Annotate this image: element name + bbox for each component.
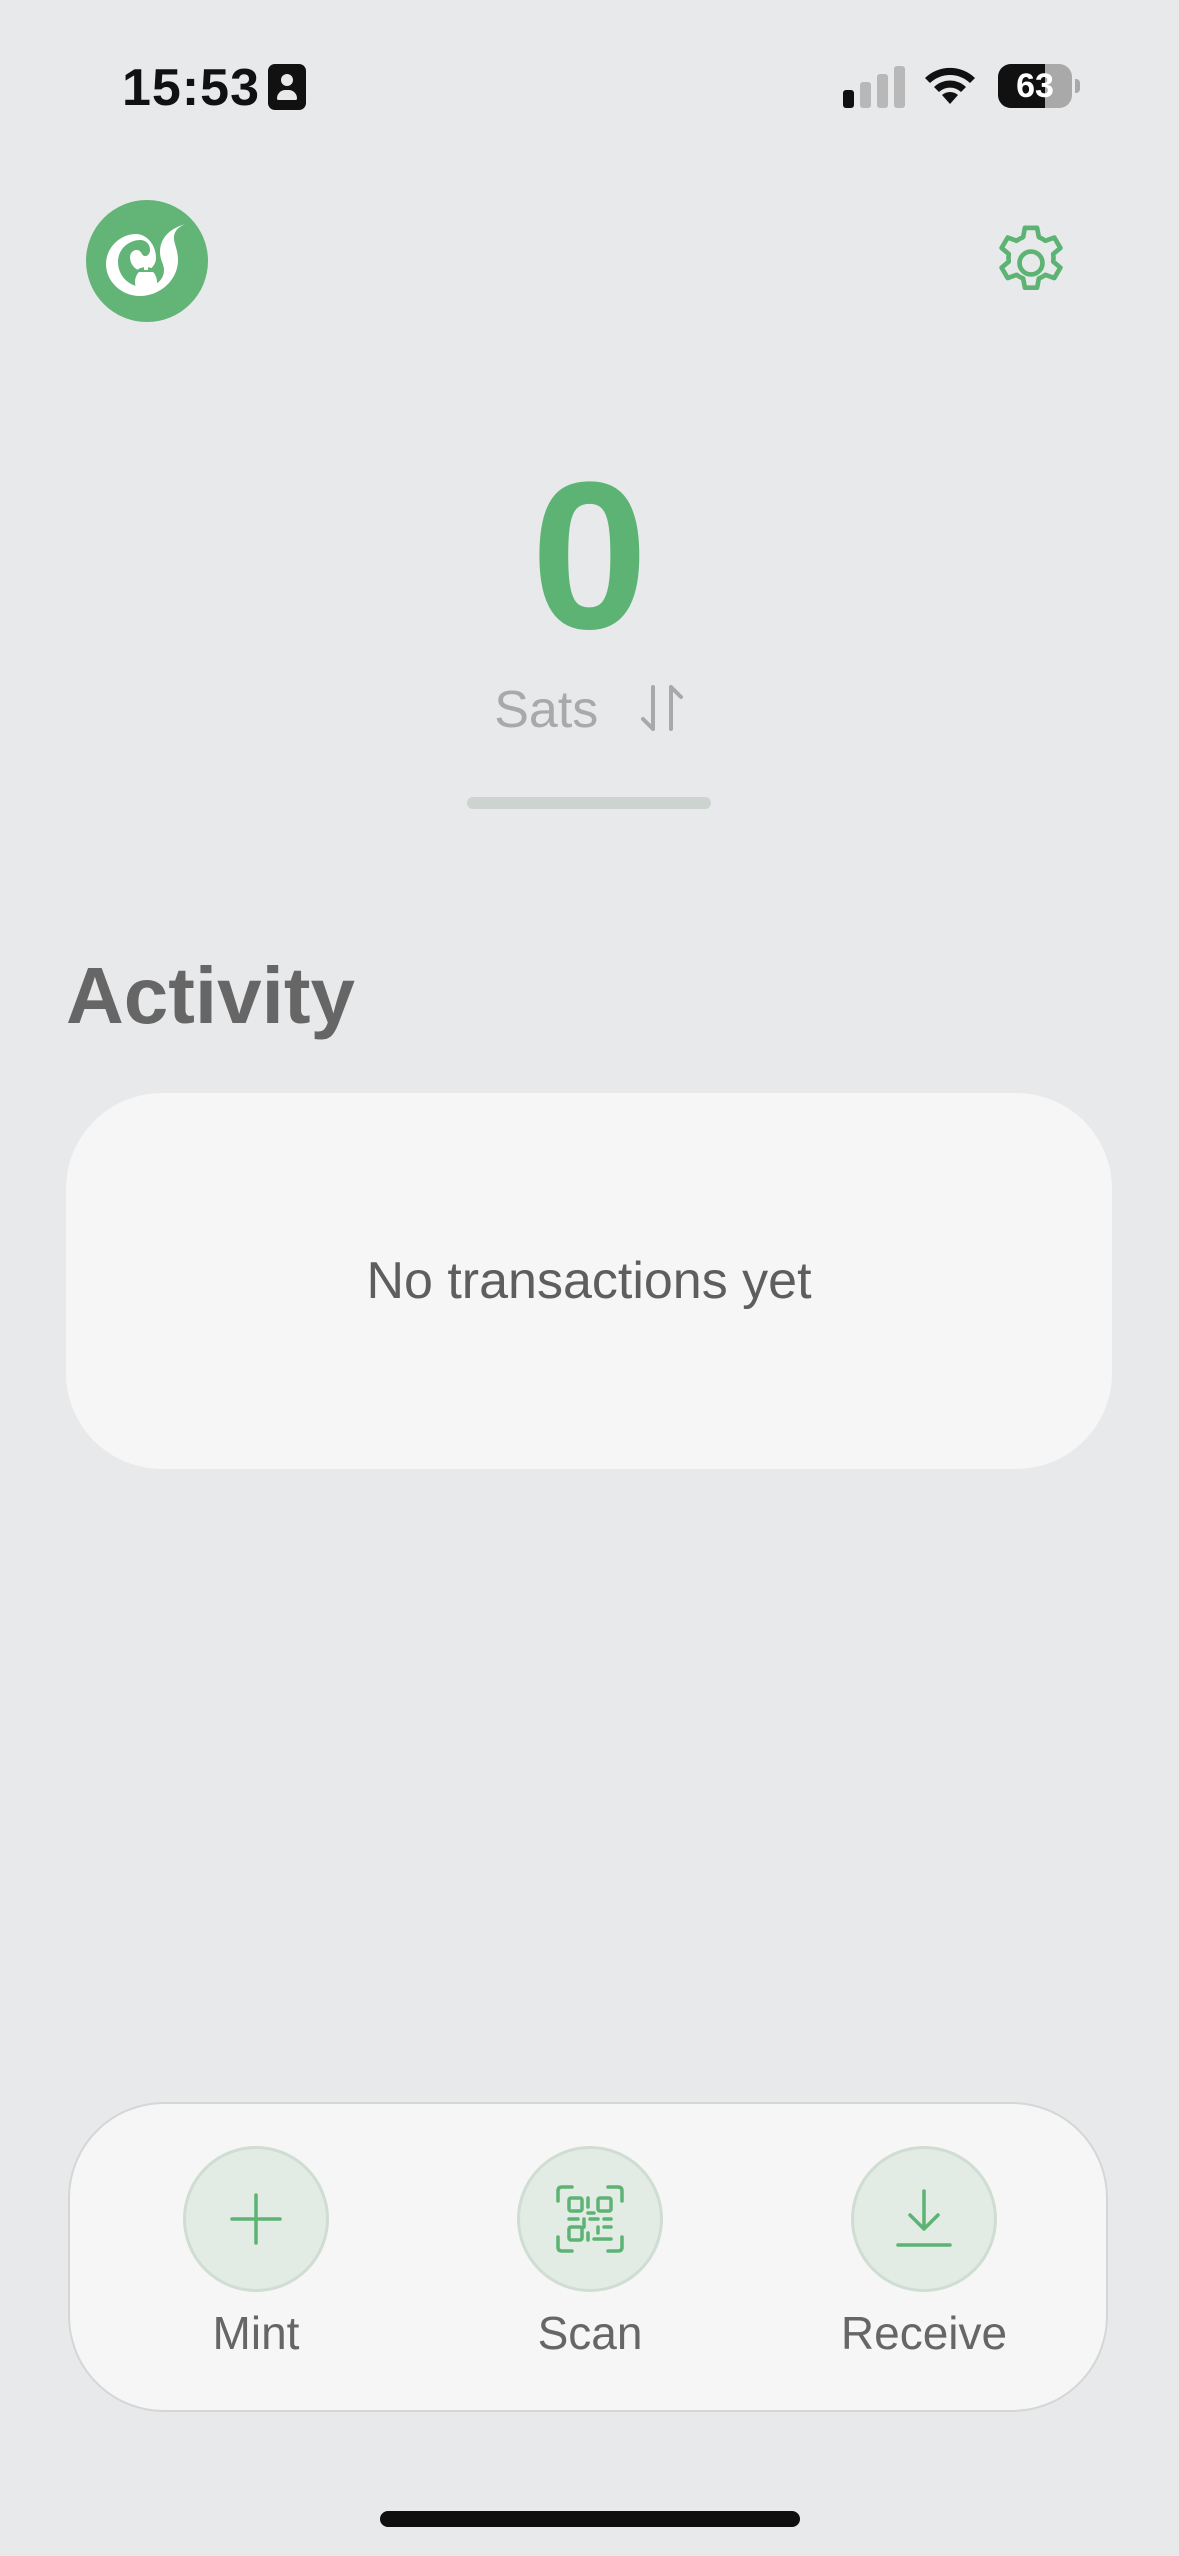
plus-icon xyxy=(230,2193,282,2245)
home-indicator[interactable] xyxy=(380,2511,800,2527)
qr-scan-icon xyxy=(556,2185,624,2253)
balance-amount[interactable]: 0 xyxy=(0,446,1179,666)
receive-label: Receive xyxy=(840,2307,1008,2359)
activity-title: Activity xyxy=(66,951,355,1040)
wifi-icon xyxy=(925,67,975,104)
action-bar: Mint Scan Receive xyxy=(68,2102,1108,2412)
squirrel-acorn-logo-icon[interactable] xyxy=(86,200,208,322)
balance-page-indicator xyxy=(467,797,711,809)
balance-unit-toggle[interactable]: Sats xyxy=(0,680,1179,740)
contact-card-icon xyxy=(268,64,306,110)
scan-label: Scan xyxy=(537,2307,643,2359)
cellular-signal-icon xyxy=(843,66,905,108)
gear-icon[interactable] xyxy=(988,220,1074,306)
status-time: 15:53 xyxy=(122,59,260,117)
battery-icon: 63 xyxy=(998,64,1080,108)
balance-unit: Sats xyxy=(494,681,599,739)
receive-button[interactable]: Receive xyxy=(804,2146,1044,2360)
scan-button[interactable]: Scan xyxy=(470,2146,710,2360)
battery-percent: 63 xyxy=(1016,67,1054,105)
download-icon xyxy=(896,2189,952,2247)
empty-state-text: No transactions yet xyxy=(366,1252,812,1310)
mint-label: Mint xyxy=(212,2307,300,2359)
activity-card: No transactions yet xyxy=(66,1093,1112,1469)
mint-button[interactable]: Mint xyxy=(136,2146,376,2360)
swap-vertical-icon xyxy=(640,685,683,731)
